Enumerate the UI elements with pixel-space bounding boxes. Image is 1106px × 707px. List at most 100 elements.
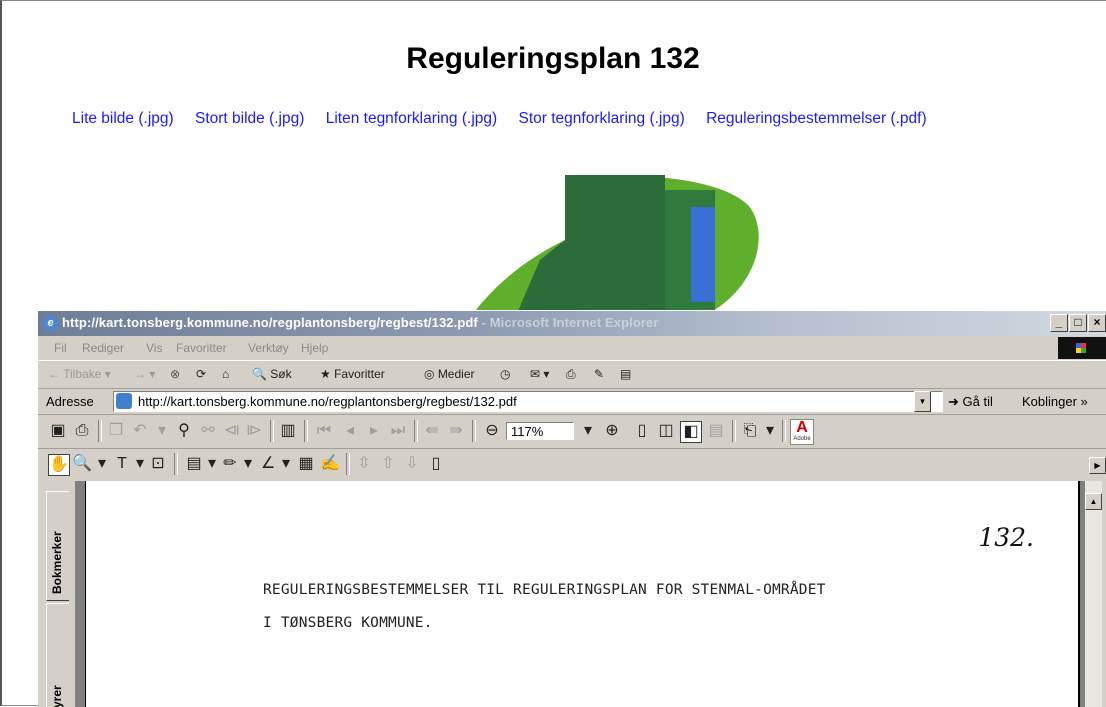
- note-icon[interactable]: ▤: [184, 454, 204, 474]
- rotate-dropdown-icon[interactable]: ▾: [760, 421, 780, 441]
- favorites-button[interactable]: ★ Favoritter: [320, 367, 385, 381]
- go-button[interactable]: ➜ Gå til: [948, 394, 993, 410]
- prev-page-icon[interactable]: ◂: [340, 421, 360, 441]
- vertical-scrollbar[interactable]: ▲: [1085, 481, 1102, 707]
- fit-page-icon[interactable]: ◫: [656, 421, 676, 441]
- menubar: Fil Rediger Vis Favoritter Verktøy Hjelp: [38, 337, 1106, 359]
- menu-file[interactable]: Fil: [54, 341, 67, 355]
- text-select-icon[interactable]: T: [112, 454, 132, 474]
- fit-width-icon[interactable]: ◧: [680, 421, 702, 443]
- address-label: Adresse: [46, 394, 94, 409]
- first-page-icon[interactable]: ⏮: [314, 421, 334, 441]
- side-panel: Bokmerker yrer: [38, 483, 75, 707]
- zoom-in-icon[interactable]: ⊕: [602, 421, 622, 441]
- next-page-icon[interactable]: ▸: [364, 421, 384, 441]
- document-number: 132.: [978, 523, 1034, 552]
- address-value: http://kart.tonsberg.kommune.no/regplant…: [138, 394, 517, 409]
- menu-tools[interactable]: Verktøy: [248, 341, 289, 355]
- markup-icon[interactable]: ∠: [258, 454, 278, 474]
- back-button[interactable]: ← Tilbake ▾: [48, 367, 111, 381]
- discuss-icon[interactable]: ▤: [620, 367, 631, 381]
- last-page-icon[interactable]: ⏭: [388, 421, 408, 441]
- ie-logo-icon: e: [43, 316, 58, 331]
- forward-button[interactable]: → ▾: [134, 367, 155, 381]
- adobe-logo-icon[interactable]: A Adobe: [790, 419, 814, 445]
- sign-icon[interactable]: ✍: [320, 454, 340, 474]
- hand-tool-icon[interactable]: ✋: [48, 454, 70, 476]
- prev-view-icon[interactable]: ⧏: [222, 421, 242, 441]
- page-up-icon[interactable]: ⇧: [378, 454, 398, 474]
- print-icon[interactable]: ⎙: [566, 367, 576, 382]
- zoom-dropdown-icon[interactable]: ▾: [578, 421, 598, 441]
- link-large-image[interactable]: Stort bilde (.jpg): [195, 110, 304, 127]
- acrobat-toolbar-2: ✋ 🔍 ▾ T ▾ ⊡ ▤ ▾ ✏ ▾ ∠ ▾ ▦ ✍ ⇳ ⇧ ⇩ ▯: [38, 449, 578, 480]
- copy-icon[interactable]: ❐: [106, 421, 126, 441]
- zoom-input[interactable]: 117%: [506, 422, 574, 440]
- dropdown-icon[interactable]: ▾: [152, 421, 172, 441]
- toolbar-scroll-right-icon[interactable]: ▶: [1089, 457, 1106, 474]
- next-view-icon[interactable]: ⧐: [244, 421, 264, 441]
- actual-size-icon[interactable]: ▯: [632, 421, 652, 441]
- tab-bookmarks[interactable]: Bokmerker: [46, 491, 69, 601]
- windows-logo-icon: [1058, 337, 1106, 359]
- home-icon[interactable]: ⌂: [222, 367, 229, 381]
- go-back-icon[interactable]: ⇚: [422, 421, 442, 441]
- go-forward-icon[interactable]: ⇛: [446, 421, 466, 441]
- document-area[interactable]: 132. REGULERINGSBESTEMMELSER TIL REGULER…: [75, 481, 1085, 707]
- address-bar: Adresse http://kart.tonsberg.kommune.no/…: [38, 388, 1106, 415]
- page-icon: [116, 393, 132, 409]
- document-heading-line-2: I TØNSBERG KOMMUNE.: [263, 615, 433, 631]
- fit-visible-icon[interactable]: ▤: [706, 421, 726, 441]
- acrobat-toolbar-1: ▣ ⎙ ❐ ↶ ▾ ⚲ ⚯ ⧏ ⧐ ▥ ⏮ ◂ ▸ ⏭ ⇚ ⇛ ⊖ 117% ▾…: [38, 415, 1106, 449]
- spellcheck-icon[interactable]: ▦: [296, 454, 316, 474]
- search-icon[interactable]: ⚯: [198, 421, 218, 441]
- document-page: 132. REGULERINGSBESTEMMELSER TIL REGULER…: [85, 481, 1080, 707]
- window-titlebar[interactable]: e http://kart.tonsberg.kommune.no/regpla…: [38, 311, 1106, 336]
- text-select-dropdown-icon[interactable]: ▾: [130, 454, 150, 474]
- history-icon[interactable]: ◷: [500, 367, 510, 381]
- search-button[interactable]: 🔍 Søk: [252, 367, 292, 381]
- scroll-up-icon[interactable]: ▲: [1085, 493, 1102, 510]
- zoom-tool-dropdown-icon[interactable]: ▾: [92, 454, 112, 474]
- snapshot-icon[interactable]: ⊡: [148, 454, 168, 474]
- mail-icon[interactable]: ✉ ▾: [530, 367, 549, 381]
- stop-icon[interactable]: ⊗: [170, 367, 180, 381]
- link-large-legend[interactable]: Stor tegnforklaring (.jpg): [519, 110, 685, 127]
- navigation-pane-icon[interactable]: ▥: [278, 421, 298, 441]
- menu-edit[interactable]: Rediger: [82, 341, 124, 355]
- link-bar: Lite bilde (.jpg) Stort bilde (.jpg) Lit…: [72, 110, 944, 128]
- maximize-button[interactable]: □: [1069, 314, 1087, 332]
- note-dropdown-icon[interactable]: ▾: [202, 454, 222, 474]
- scroll-up-page-icon[interactable]: ⇳: [354, 454, 374, 474]
- links-button[interactable]: Koblinger »: [1022, 394, 1088, 409]
- markup-dropdown-icon[interactable]: ▾: [276, 454, 296, 474]
- menu-view[interactable]: Vis: [146, 341, 162, 355]
- page-icon[interactable]: ▯: [426, 454, 446, 474]
- zoom-tool-icon[interactable]: 🔍: [72, 454, 92, 474]
- save-icon[interactable]: ▣: [48, 421, 68, 441]
- link-small-image[interactable]: Lite bilde (.jpg): [72, 110, 174, 127]
- page-title: Reguleringsplan 132: [406, 42, 700, 75]
- pencil-dropdown-icon[interactable]: ▾: [238, 454, 258, 474]
- find-icon[interactable]: ⚲: [174, 421, 194, 441]
- pencil-icon[interactable]: ✏: [220, 454, 240, 474]
- minimize-button[interactable]: _: [1050, 314, 1068, 332]
- close-button[interactable]: ×: [1088, 314, 1106, 332]
- tab-signatures[interactable]: yrer: [46, 603, 69, 707]
- address-dropdown-icon[interactable]: ▼: [914, 391, 931, 412]
- link-regulations-pdf[interactable]: Reguleringsbestemmelser (.pdf): [706, 110, 927, 127]
- edit-icon[interactable]: ✎: [594, 367, 604, 381]
- rotate-icon[interactable]: ⎗: [740, 421, 760, 441]
- zoom-out-icon[interactable]: ⊖: [482, 421, 502, 441]
- address-input[interactable]: http://kart.tonsberg.kommune.no/regplant…: [113, 391, 943, 412]
- document-heading-line-1: REGULERINGSBESTEMMELSER TIL REGULERINGSP…: [263, 582, 826, 598]
- media-button[interactable]: ◎ Medier: [424, 367, 475, 381]
- print-icon[interactable]: ⎙: [72, 421, 92, 441]
- page-down-icon[interactable]: ⇩: [402, 454, 422, 474]
- menu-favorites[interactable]: Favoritter: [176, 341, 227, 355]
- refresh-icon[interactable]: ⟳: [196, 367, 206, 381]
- link-small-legend[interactable]: Liten tegnforklaring (.jpg): [326, 110, 497, 127]
- menu-help[interactable]: Hjelp: [301, 341, 328, 355]
- undo-icon[interactable]: ↶: [130, 421, 150, 441]
- ie-toolbar: ← Tilbake ▾ → ▾ ⊗ ⟳ ⌂ 🔍 Søk ★ Favoritter…: [38, 360, 1106, 389]
